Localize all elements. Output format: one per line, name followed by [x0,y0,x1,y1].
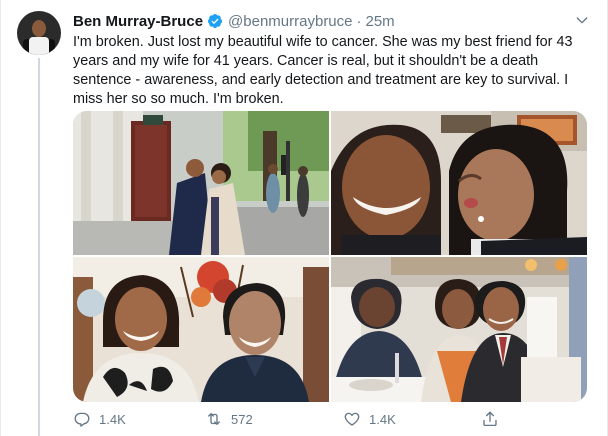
handle[interactable]: @benmurraybruce [228,13,352,30]
display-name[interactable]: Ben Murray-Bruce [73,13,203,30]
verified-badge-icon [208,14,223,28]
timestamp[interactable]: 25m [366,13,395,30]
reply-icon [74,412,90,427]
tweet-text: I'm broken. Just lost my beautiful wife … [73,33,593,109]
reply-button[interactable]: 1.4K [73,408,126,430]
share-icon [483,411,497,427]
couple-at-dinner-photo[interactable] [331,257,587,402]
chevron-down-icon[interactable] [574,12,590,28]
tweet-actions: 1.4K 572 1.4K [73,408,593,430]
retweet-icon [208,413,220,425]
thread-line [38,58,40,436]
retweet-count: 572 [231,411,253,427]
like-button[interactable]: 1.4K [343,408,396,430]
street-kiss-photo[interactable] [73,111,329,255]
avatar-shirt [29,37,49,55]
retweet-button[interactable]: 572 [205,408,253,430]
tweet-card[interactable]: Ben Murray-Bruce @benmurraybruce · 25m I… [0,0,608,436]
couple-seated-indoors-photo[interactable] [73,257,329,402]
reply-count: 1.4K [99,411,126,427]
tweet-body: I'm broken. Just lost my beautiful wife … [73,34,573,107]
avatar-face [32,20,46,37]
cheek-kiss-closeup-photo[interactable] [331,111,587,255]
separator-dot: · [356,12,362,30]
share-button[interactable] [481,408,507,430]
avatar[interactable] [17,11,61,55]
timeline-border-left [0,0,1,436]
heart-icon [344,412,360,426]
tweet-header: Ben Murray-Bruce @benmurraybruce · 25m [73,11,588,31]
like-count: 1.4K [369,411,396,427]
media-grid [73,111,587,402]
